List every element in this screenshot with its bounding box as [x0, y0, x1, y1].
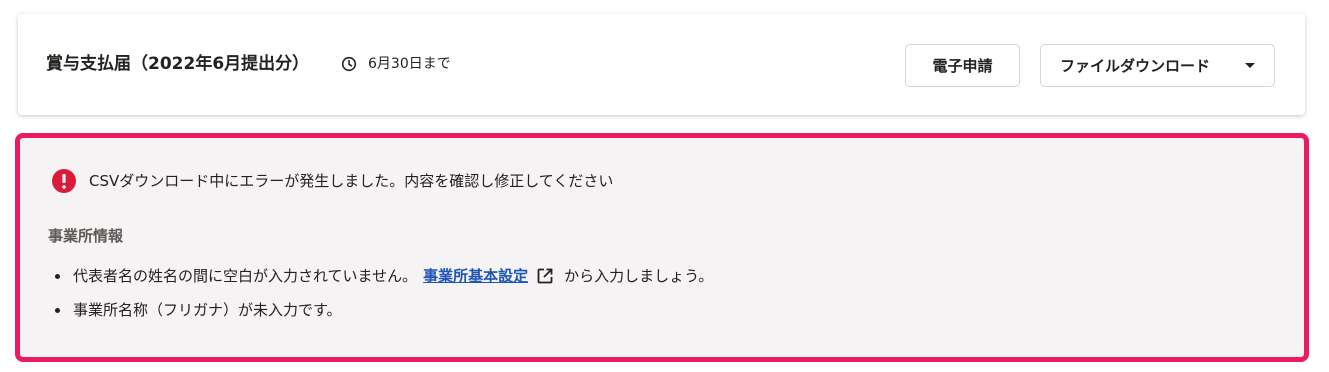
error-panel: CSVダウンロード中にエラーが発生しました。内容を確認し修正してください 事業所… — [15, 133, 1309, 362]
bullet — [55, 308, 60, 313]
page-title: 賞与支払届（2022年6月提出分） — [46, 54, 310, 74]
error-alert-icon — [52, 169, 76, 193]
error-message: CSVダウンロード中にエラーが発生しました。内容を確認し修正してください — [89, 172, 614, 190]
deadline: 6月30日まで — [341, 54, 451, 74]
electronic-filing-label: 電子申請 — [932, 57, 993, 75]
section-title-office-info: 事業所情報 — [48, 227, 124, 245]
error-item-text-after: から入力しましょう。 — [564, 267, 714, 285]
error-list: 代表者名の姓名の間に空白が入力されていません。 事業所基本設定 から入力しましょ… — [53, 265, 713, 321]
electronic-filing-button[interactable]: 電子申請 — [905, 44, 1020, 87]
external-link-icon[interactable] — [536, 267, 554, 285]
deadline-text: 6月30日まで — [368, 56, 451, 72]
file-download-button[interactable]: ファイルダウンロード — [1040, 44, 1275, 87]
file-download-label: ファイルダウンロード — [1060, 57, 1211, 75]
caret-down-icon — [1245, 63, 1255, 68]
error-item: 代表者名の姓名の間に空白が入力されていません。 事業所基本設定 から入力しましょ… — [53, 265, 713, 287]
error-item-text: 事業所名称（フリガナ）が未入力です。 — [73, 301, 342, 319]
office-settings-link[interactable]: 事業所基本設定 — [423, 265, 528, 287]
error-header: CSVダウンロード中にエラーが発生しました。内容を確認し修正してください — [51, 168, 613, 194]
bullet — [55, 274, 60, 279]
clock-icon — [341, 56, 357, 72]
document-header-card: 賞与支払届（2022年6月提出分） 6月30日まで 電子申請 ファイルダウンロー… — [18, 14, 1305, 115]
error-item: 事業所名称（フリガナ）が未入力です。 — [53, 299, 713, 321]
error-item-text: 代表者名の姓名の間に空白が入力されていません。 — [73, 267, 418, 285]
